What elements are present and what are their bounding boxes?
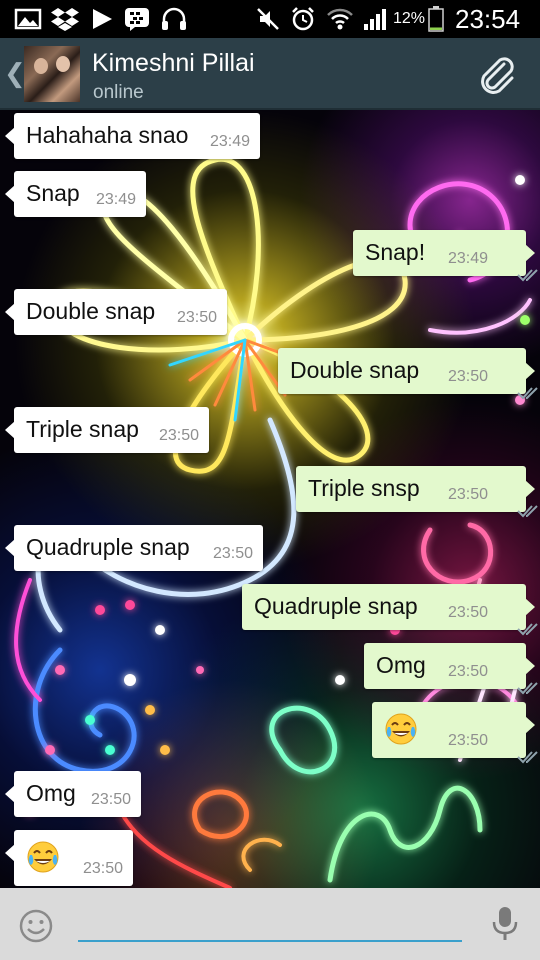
message-time: 23:49: [209, 133, 250, 150]
headphones-icon: [160, 6, 188, 32]
message-bubble-incoming[interactable]: Triple snap 23:50: [5, 407, 209, 453]
message-time: 23:50: [447, 663, 488, 680]
message-text: Triple snap: [26, 416, 139, 442]
message-time: 23:49: [95, 191, 136, 208]
message-time: 23:50: [212, 545, 253, 562]
dropbox-icon: [50, 6, 80, 32]
message-time: 23:50: [158, 427, 199, 444]
message-text: Omg: [376, 652, 426, 678]
message-bubble-incoming[interactable]: Hahahaha snao 23:49: [5, 113, 260, 159]
message-time: 23:50: [90, 791, 131, 808]
mute-icon: [256, 6, 280, 32]
alarm-icon: [290, 6, 316, 32]
message-bubble-outgoing[interactable]: Snap! 23:49: [353, 230, 538, 282]
message-text: Double snap: [290, 357, 420, 383]
message-text: Snap!: [365, 239, 426, 265]
play-icon: [90, 6, 114, 32]
message-time: 23:49: [447, 250, 488, 267]
message-bubble-incoming[interactable]: Quadruple snap 23:50: [5, 525, 263, 571]
contact-status: online: [93, 82, 144, 103]
message-bubble-outgoing[interactable]: Triple snsp 23:50: [296, 466, 538, 518]
microphone-icon[interactable]: [490, 904, 520, 949]
message-bubble-outgoing[interactable]: Quadruple snap 23:50: [242, 584, 538, 636]
contact-avatar[interactable]: [24, 46, 80, 102]
battery-percent: 12%: [393, 10, 426, 27]
message-text: Omg: [26, 780, 76, 806]
paperclip-icon[interactable]: [474, 52, 520, 103]
message-bubble-incoming[interactable]: 23:50: [5, 830, 133, 886]
message-input[interactable]: [78, 906, 462, 942]
message-bubble-incoming[interactable]: Omg 23:50: [5, 771, 141, 817]
message-bubble-outgoing[interactable]: Omg 23:50: [364, 643, 538, 695]
tears-of-joy-emoji: [384, 712, 418, 746]
chat-header[interactable]: ❮ Kimeshni Pillai online: [0, 38, 540, 110]
message-bubble-incoming[interactable]: Double snap 23:50: [5, 289, 227, 335]
contact-name[interactable]: Kimeshni Pillai: [92, 49, 255, 78]
message-text: Quadruple snap: [26, 534, 190, 560]
message-text: Triple snsp: [308, 475, 420, 501]
message-text: Double snap: [26, 298, 156, 324]
message-time: 23:50: [447, 486, 488, 503]
status-bar: 12% 23:54: [0, 0, 540, 38]
status-clock: 23:54: [455, 4, 521, 34]
message-time: 23:50: [447, 732, 488, 749]
message-text: Snap: [26, 180, 80, 206]
chat-wallpaper: Hahahaha snao 23:49 Snap 23:49 Snap! 23:…: [0, 110, 540, 888]
tears-of-joy-emoji: [26, 840, 60, 874]
message-bubble-incoming[interactable]: Snap 23:49: [5, 171, 146, 217]
message-time: 23:50: [447, 604, 488, 621]
bbm-icon: [124, 6, 150, 32]
message-time: 23:50: [82, 860, 123, 877]
message-compose-bar: [0, 888, 540, 960]
message-time: 23:50: [176, 309, 217, 326]
message-time: 23:50: [447, 368, 488, 385]
message-bubble-outgoing[interactable]: Double snap 23:50: [278, 348, 538, 400]
message-text: Hahahaha snao: [26, 122, 189, 148]
message-bubble-outgoing[interactable]: 23:50: [372, 702, 538, 764]
chevron-left-icon[interactable]: ❮: [4, 58, 26, 89]
smiley-icon[interactable]: [18, 908, 54, 949]
battery-icon: [428, 6, 444, 32]
signal-icon: [362, 6, 388, 32]
gallery-icon: [14, 6, 42, 32]
wifi-icon: [326, 6, 354, 32]
message-text: Quadruple snap: [254, 593, 418, 619]
